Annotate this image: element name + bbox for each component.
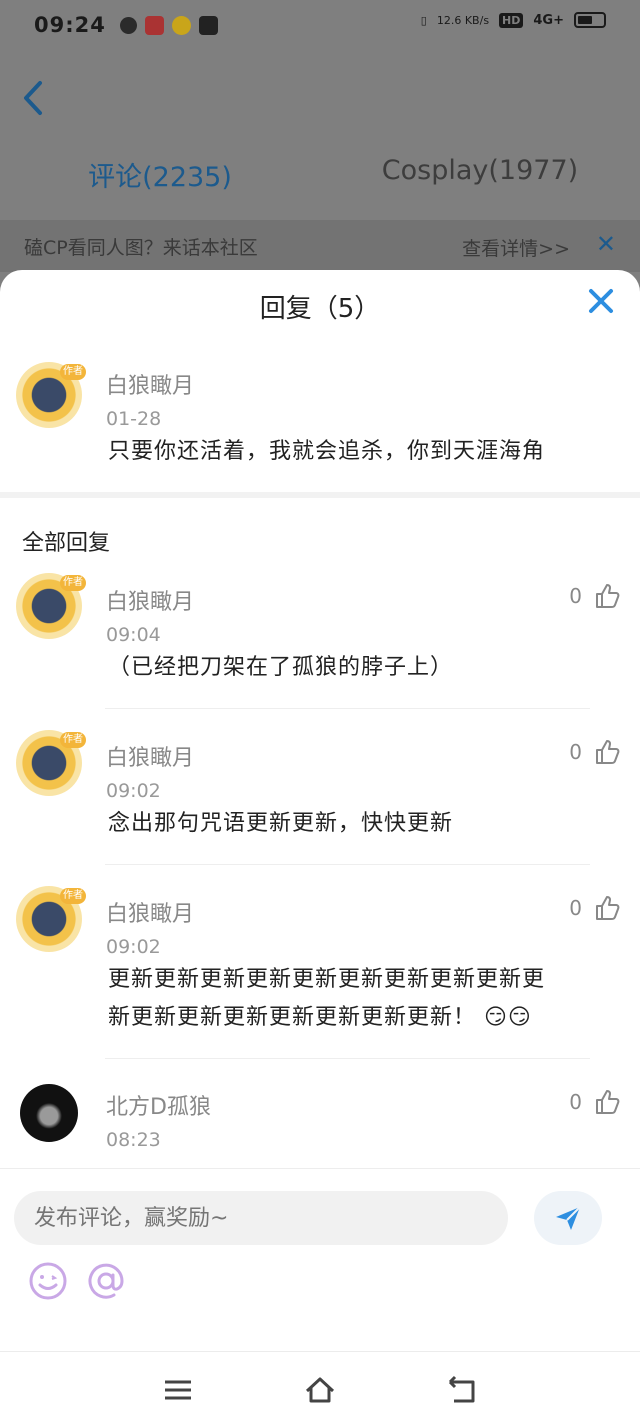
like-count: 0 <box>569 896 582 920</box>
username[interactable]: 北方D孤狼 <box>106 1089 211 1121</box>
reply-text-line: 新更新更新更新更新更新更新更新！ 😏😏 <box>108 1005 532 1030</box>
like-button[interactable]: 0 <box>569 582 622 610</box>
sheet-title: 回复（5） <box>259 294 381 324</box>
thumbs-up-icon <box>596 1090 620 1114</box>
mention-button[interactable] <box>86 1261 126 1301</box>
username[interactable]: 白狼瞰月 <box>106 368 194 400</box>
reply-time: 09:04 <box>106 624 161 646</box>
status-time: 09:24 <box>34 13 106 37</box>
home-icon <box>305 1377 335 1403</box>
app-notification-icon <box>144 15 164 35</box>
like-button[interactable]: 0 <box>569 894 622 922</box>
banner-text: 磕CP看同人图？来话本社区 <box>24 236 258 259</box>
all-replies-label: 全部回复 <box>22 531 111 556</box>
avatar[interactable]: 作者 <box>16 573 86 639</box>
close-button[interactable] <box>586 286 616 316</box>
avatar[interactable] <box>20 1084 78 1142</box>
section-divider <box>0 492 640 498</box>
notification-icon <box>119 16 137 34</box>
reply-time: 08:23 <box>106 1129 161 1151</box>
author-badge: 作者 <box>60 888 86 904</box>
signal-icon: 4G+ <box>533 12 564 28</box>
tiktok-notification-icon <box>198 15 218 35</box>
app-notification-icon <box>171 15 191 35</box>
username[interactable]: 白狼瞰月 <box>106 584 194 616</box>
comment-composer <box>0 1168 640 1351</box>
like-button[interactable]: 0 <box>569 738 622 766</box>
net-speed: 12.6 KB/s <box>436 13 490 27</box>
status-bar: 09:24 ▯ 12.6 KB/s HD 4G+ <box>0 0 640 50</box>
banner-close-icon[interactable]: ✕ <box>596 230 616 258</box>
like-count: 0 <box>569 584 582 608</box>
username[interactable]: 白狼瞰月 <box>106 740 194 772</box>
reply-text-line: 更新更新更新更新更新更新更新更新更新更 <box>108 967 546 992</box>
reply-time: 09:02 <box>106 936 161 958</box>
author-badge: 作者 <box>60 364 86 380</box>
like-count: 0 <box>569 1090 582 1114</box>
smiley-icon <box>29 1262 67 1300</box>
reply-divider <box>105 708 590 709</box>
username[interactable]: 白狼瞰月 <box>106 896 194 928</box>
thumbs-up-icon <box>596 896 620 920</box>
home-button[interactable] <box>304 1374 336 1406</box>
comment-tabs: 评论(2235) Cosplay(1977) <box>0 155 640 194</box>
reply-divider <box>105 864 590 865</box>
comment-input[interactable] <box>14 1191 508 1245</box>
vibrate-icon: ▯ <box>420 13 427 27</box>
status-notification-icons <box>119 15 218 35</box>
author-badge: 作者 <box>60 732 86 748</box>
battery-icon <box>574 12 606 28</box>
system-nav-bar <box>0 1351 640 1427</box>
author-badge: 作者 <box>60 575 86 591</box>
send-button[interactable] <box>534 1191 602 1245</box>
send-icon <box>556 1206 581 1230</box>
reply-text: （已经把刀架在了孤狼的脖子上） <box>108 655 454 680</box>
close-icon <box>589 289 613 313</box>
comment-date: 01-28 <box>106 408 162 430</box>
avatar[interactable]: 作者 <box>16 730 86 796</box>
menu-icon <box>165 1380 191 1400</box>
reply-time: 09:02 <box>106 780 161 802</box>
chevron-left-icon <box>24 81 42 115</box>
emoji-button[interactable] <box>28 1261 68 1301</box>
background-page: 评论(2235) Cosplay(1977) 磕CP看同人图？来话本社区 查看详… <box>0 50 640 290</box>
thumbs-up-icon <box>596 584 620 608</box>
thumbs-up-icon <box>596 740 620 764</box>
promo-banner: 磕CP看同人图？来话本社区 查看详情>> ✕ <box>0 220 640 272</box>
avatar[interactable]: 作者 <box>16 362 86 428</box>
like-button[interactable]: 0 <box>569 1088 622 1116</box>
tab-comments[interactable]: 评论(2235) <box>0 155 320 194</box>
back-icon <box>448 1375 475 1403</box>
at-icon <box>88 1263 124 1299</box>
hd-icon: HD <box>499 12 524 28</box>
banner-detail-link[interactable]: 查看详情>> <box>462 234 570 261</box>
system-back-button[interactable] <box>446 1374 478 1406</box>
back-button[interactable] <box>20 80 54 120</box>
like-count: 0 <box>569 740 582 764</box>
avatar[interactable]: 作者 <box>16 886 86 952</box>
comment-text: 只要你还活着，我就会追杀，你到天涯海角 <box>108 439 546 464</box>
reply-text: 念出那句咒语更新更新，快快更新 <box>108 811 454 836</box>
reply-divider <box>105 1058 590 1059</box>
menu-button[interactable] <box>162 1374 194 1406</box>
tab-cosplay[interactable]: Cosplay(1977) <box>320 155 640 194</box>
status-right-icons: ▯ 12.6 KB/s HD 4G+ <box>421 12 606 28</box>
